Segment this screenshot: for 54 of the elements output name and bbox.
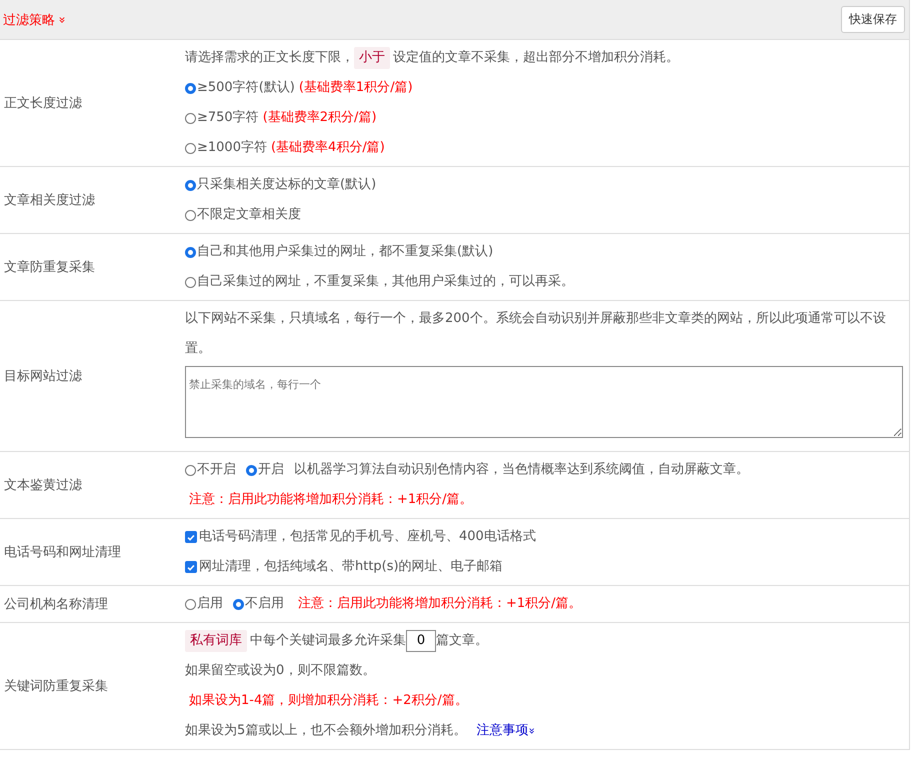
keyword-tag: 小于 — [354, 47, 390, 69]
option-label[interactable]: 只采集相关度达标的文章(默认) — [197, 170, 376, 200]
radio-button[interactable] — [185, 210, 196, 220]
radio-button[interactable] — [185, 598, 196, 610]
description-text: 请选择需求的正文长度下限， — [185, 49, 354, 67]
option-label[interactable]: 开启 — [258, 455, 284, 485]
keyword-tag: 私有词库 — [185, 630, 247, 652]
option-label[interactable]: ≥750字符 — [197, 103, 259, 133]
option-label[interactable]: 自己采集过的网址，不重复采集，其他用户采集过的，可以再采。 — [197, 267, 574, 297]
quick-save-button[interactable]: 快速保存 — [841, 6, 905, 33]
checkbox[interactable] — [185, 531, 197, 543]
checkbox-label[interactable]: 电话号码清理，包括常见的手机号、座机号、400电话格式 — [199, 522, 536, 552]
option-label[interactable]: 不启用 — [245, 589, 284, 619]
row-label: 电话号码和网址清理 — [3, 544, 122, 561]
row-label: 文本鉴黄过滤 — [3, 477, 83, 494]
warning-text: 如果设为1-4篇，则增加积分消耗：+2积分/篇。 — [189, 692, 468, 710]
description-text: 中每个关键词最多允许采集 — [250, 632, 406, 650]
checkbox-label[interactable]: 网址清理，包括纯域名、带http(s)的网址、电子邮箱 — [199, 552, 503, 582]
description-text: 设定值的文章不采集，超出部分不增加积分消耗。 — [393, 49, 679, 67]
row-label: 文章相关度过滤 — [3, 192, 96, 209]
radio-button[interactable] — [185, 112, 196, 124]
option-label[interactable]: ≥1000字符 — [197, 133, 267, 163]
description-text: 以下网站不采集，只填域名，每行一个，最多200个。系统会自动识别并屏蔽那些非文章类的网站，所以此项通常可以不设置。 — [185, 310, 887, 358]
rate-note: (基础费率4积分/篇) — [270, 139, 385, 157]
row-label: 文章防重复采集 — [3, 259, 96, 276]
radio-button[interactable] — [185, 246, 196, 258]
rate-note: (基础费率1积分/篇) — [298, 79, 413, 97]
notes-link[interactable]: 注意事项 » — [476, 716, 536, 746]
warning-text: 注意：启用此功能将增加积分消耗：+1积分/篇。 — [189, 491, 473, 509]
option-label[interactable]: 不开启 — [197, 455, 236, 485]
row-label: 公司机构名称清理 — [3, 596, 109, 613]
description-text: 以机器学习算法自动识别色情内容，当色情概率达到系统阈值，自动屏蔽文章。 — [294, 461, 749, 479]
option-label[interactable]: ≥500字符(默认) — [197, 73, 295, 103]
row-label: 正文长度过滤 — [3, 95, 83, 112]
domain-input[interactable]: 禁止采集的域名，每行一个 — [185, 366, 903, 438]
option-label[interactable]: 启用 — [197, 589, 223, 619]
checkbox[interactable] — [185, 561, 197, 573]
radio-button[interactable] — [185, 180, 196, 190]
radio-button[interactable] — [233, 598, 244, 610]
radio-button[interactable] — [246, 464, 257, 476]
row-label: 关键词防重复采集 — [3, 678, 109, 695]
radio-button[interactable] — [185, 276, 196, 288]
radio-button[interactable] — [185, 82, 196, 94]
radio-button[interactable] — [185, 142, 196, 154]
description-text: 如果设为5篇或以上，也不会额外增加积分消耗。 — [185, 722, 466, 740]
description-text: 如果留空或设为0，则不限篇数。 — [185, 662, 376, 680]
warning-text: 注意：启用此功能将增加积分消耗：+1积分/篇。 — [298, 595, 582, 613]
row-label: 目标网站过滤 — [3, 368, 83, 385]
rate-note: (基础费率2积分/篇) — [262, 109, 377, 127]
radio-button[interactable] — [185, 464, 196, 476]
description-text: 篇文章。 — [436, 632, 488, 650]
count-input[interactable]: 0 — [406, 630, 436, 652]
option-label[interactable]: 自己和其他用户采集过的网址，都不重复采集(默认) — [197, 237, 494, 267]
option-label[interactable]: 不限定文章相关度 — [197, 200, 301, 230]
